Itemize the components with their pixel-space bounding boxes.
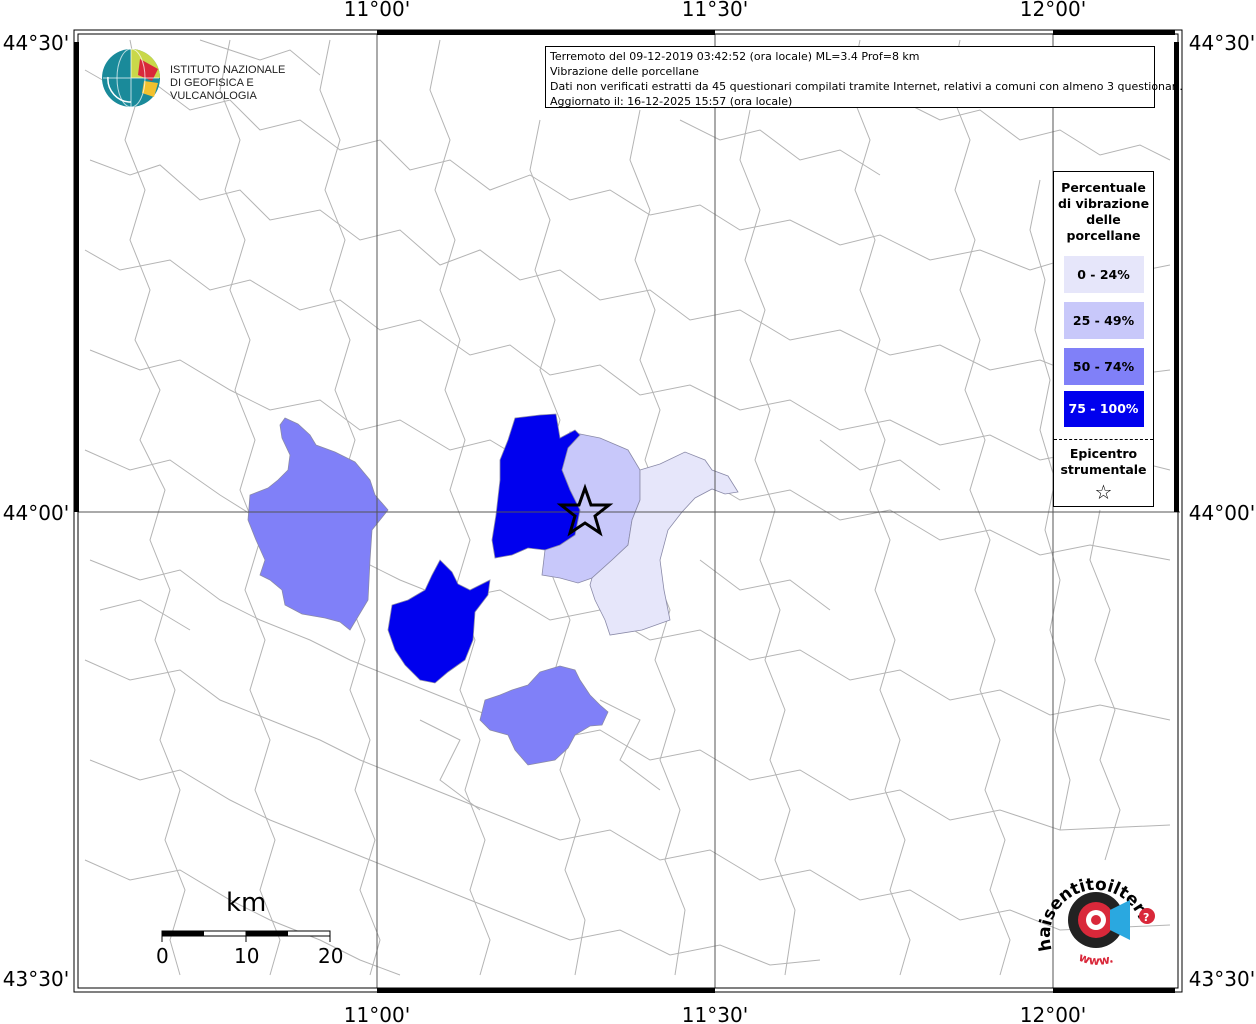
top-label-3: 12°00' [1020,0,1086,21]
ingv-line1: ISTITUTO NAZIONALE [170,64,286,76]
svg-text:?: ? [1143,911,1149,924]
left-label-3: 43°30' [3,967,69,991]
legend-item-0-24: 0 - 24% [1063,256,1144,293]
scale-label-0: 0 [156,944,169,968]
haisentitoilterremoto-logo: haisentitoilterremoto.it www. ? [1030,862,1155,968]
top-label-2: 11°30' [682,0,748,21]
right-label-1: 44°30' [1189,31,1255,55]
star-icon: ☆ [1094,480,1113,504]
bottom-label-1: 11°00' [344,1003,410,1024]
scale-label-10: 10 [234,944,260,968]
legend-title-line1: Percentuale [1061,180,1146,195]
legend-item-50-74: 50 - 74% [1063,348,1144,385]
legend: Percentuale di vibrazione delle porcella… [1053,171,1154,507]
bottom-label-2: 11°30' [682,1003,748,1024]
scale-unit: km [226,888,267,918]
legend-epicentre-line1: Epicentro [1069,446,1138,461]
legend-item-25-49: 25 - 49% [1063,302,1144,339]
legend-epicentre-label: Epicentro strumentale [1054,446,1153,478]
hst-www: www. [1077,950,1115,968]
top-label-1: 11°00' [344,0,410,21]
legend-epicentre-line2: strumentale [1060,462,1147,477]
legend-title-line2: di vibrazione [1057,196,1150,211]
left-label-1: 44°30' [3,31,69,55]
globe-icon [102,48,160,108]
info-line4: Aggiornato il: 16-12-2025 15:57 (ora loc… [550,95,793,108]
earthquake-info-box: Terremoto del 09-12-2019 03:42:52 (ora l… [545,46,1183,108]
ingv-name: ISTITUTO NAZIONALE DI GEOFISICA E VULCAN… [170,64,320,103]
ingv-line2: DI GEOFISICA E VULCANOLOGIA [170,77,257,102]
legend-item-75-100: 75 - 100% [1063,391,1144,427]
right-label-2: 44°00' [1189,501,1255,525]
left-label-2: 44°00' [3,501,69,525]
scale-label-20: 20 [318,944,344,968]
legend-title: Percentuale di vibrazione delle porcella… [1054,180,1153,244]
right-label-3: 43°30' [1189,967,1255,991]
info-line2: Vibrazione delle porcellane [550,65,699,78]
bottom-label-3: 12°00' [1020,1003,1086,1024]
info-line1: Terremoto del 09-12-2019 03:42:52 (ora l… [550,50,920,63]
legend-title-line3: delle [1086,212,1121,227]
legend-separator [1054,439,1153,440]
ingv-logo: ISTITUTO NAZIONALE DI GEOFISICA E VULCAN… [100,47,320,111]
legend-title-line4: porcellane [1066,228,1141,243]
info-line3: Dati non verificati estratti da 45 quest… [550,80,1183,93]
